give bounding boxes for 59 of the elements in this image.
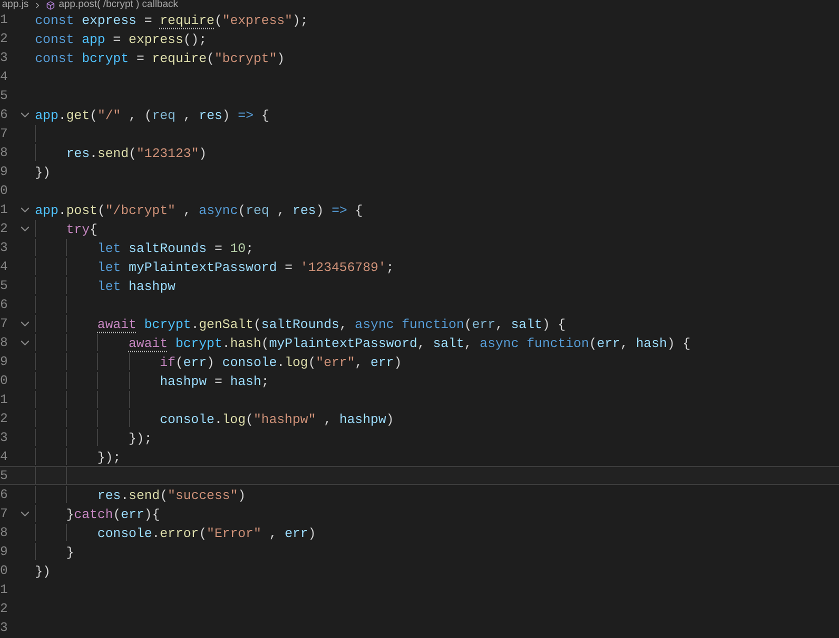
code-line: }) (35, 564, 51, 579)
line-number: 3 (0, 49, 9, 67)
breadcrumb-file[interactable]: app.js (2, 0, 29, 10)
line-number: 3 (0, 429, 9, 447)
line-number: 5 (0, 277, 9, 295)
code-line: console.error("Error" , err) (96, 526, 316, 541)
line-number: 8 (0, 334, 9, 352)
line-number: 4 (0, 258, 9, 276)
code-line: app.get("/" , (req , res) => { (35, 108, 270, 123)
line-number: 1 (0, 201, 9, 219)
code-line: console.log("hashpw" , hashpw) (158, 412, 394, 427)
code-line: app.post("/bcrypt" , async(req , res) => { (35, 203, 363, 218)
line-number: 0 (0, 562, 9, 580)
line-number: 2 (0, 600, 9, 618)
line-number: 0 (0, 372, 9, 390)
line-number: 1 (0, 581, 9, 599)
line-number: 5 (0, 467, 9, 485)
line-number: 2 (0, 410, 9, 428)
line-number: 5 (0, 87, 9, 105)
cube-icon (46, 0, 55, 10)
line-number: 4 (0, 448, 9, 466)
line-number: 2 (0, 220, 9, 238)
line-number: 3 (0, 239, 9, 257)
line-number: 4 (0, 68, 9, 86)
code-line: const app = express(); (35, 32, 207, 47)
line-number: 7 (0, 315, 9, 333)
line-number: 7 (0, 125, 9, 143)
line-number: 9 (0, 163, 9, 181)
code-line: }); (96, 450, 121, 465)
code-line: res.send("123123") (65, 146, 207, 161)
code-line: let myPlaintextPassword = '123456789'; (96, 260, 394, 275)
line-number: 2 (0, 30, 9, 48)
code-line: }catch(err){ (65, 507, 160, 522)
code-line: if(err) console.log("err", err) (158, 355, 402, 370)
code-line: res.send("success") (96, 488, 246, 503)
code-line: const bcrypt = require("bcrypt") (35, 51, 285, 66)
code-line: } (65, 545, 74, 560)
line-number: 7 (0, 505, 9, 523)
code-line: const express = require("express"); (35, 13, 308, 28)
line-number: 8 (0, 524, 9, 542)
line-number: 9 (0, 543, 9, 561)
breadcrumb-symbol[interactable]: app.post( /bcrypt ) callback (58, 0, 178, 10)
line-number: 0 (0, 182, 9, 200)
line-number: 6 (0, 296, 9, 314)
code-line: hashpw = hash; (158, 374, 270, 389)
code-line: }); (128, 431, 152, 446)
code-line: await bcrypt.genSalt(saltRounds, async function(err, salt) { (96, 317, 566, 332)
line-number: 9 (0, 353, 9, 371)
code-line: await bcrypt.hash(myPlaintextPassword, salt, async function(err, hash) { (128, 336, 690, 351)
code-line: let saltRounds = 10; (96, 241, 254, 256)
line-number: 3 (0, 619, 9, 637)
line-number: 1 (0, 11, 9, 29)
line-number: 6 (0, 486, 9, 504)
code-line: }) (35, 165, 51, 180)
line-number: 6 (0, 106, 9, 124)
code-line: try{ (65, 222, 98, 237)
line-number: 8 (0, 144, 9, 162)
line-number: 1 (0, 391, 9, 409)
code-line: let hashpw (96, 279, 176, 294)
